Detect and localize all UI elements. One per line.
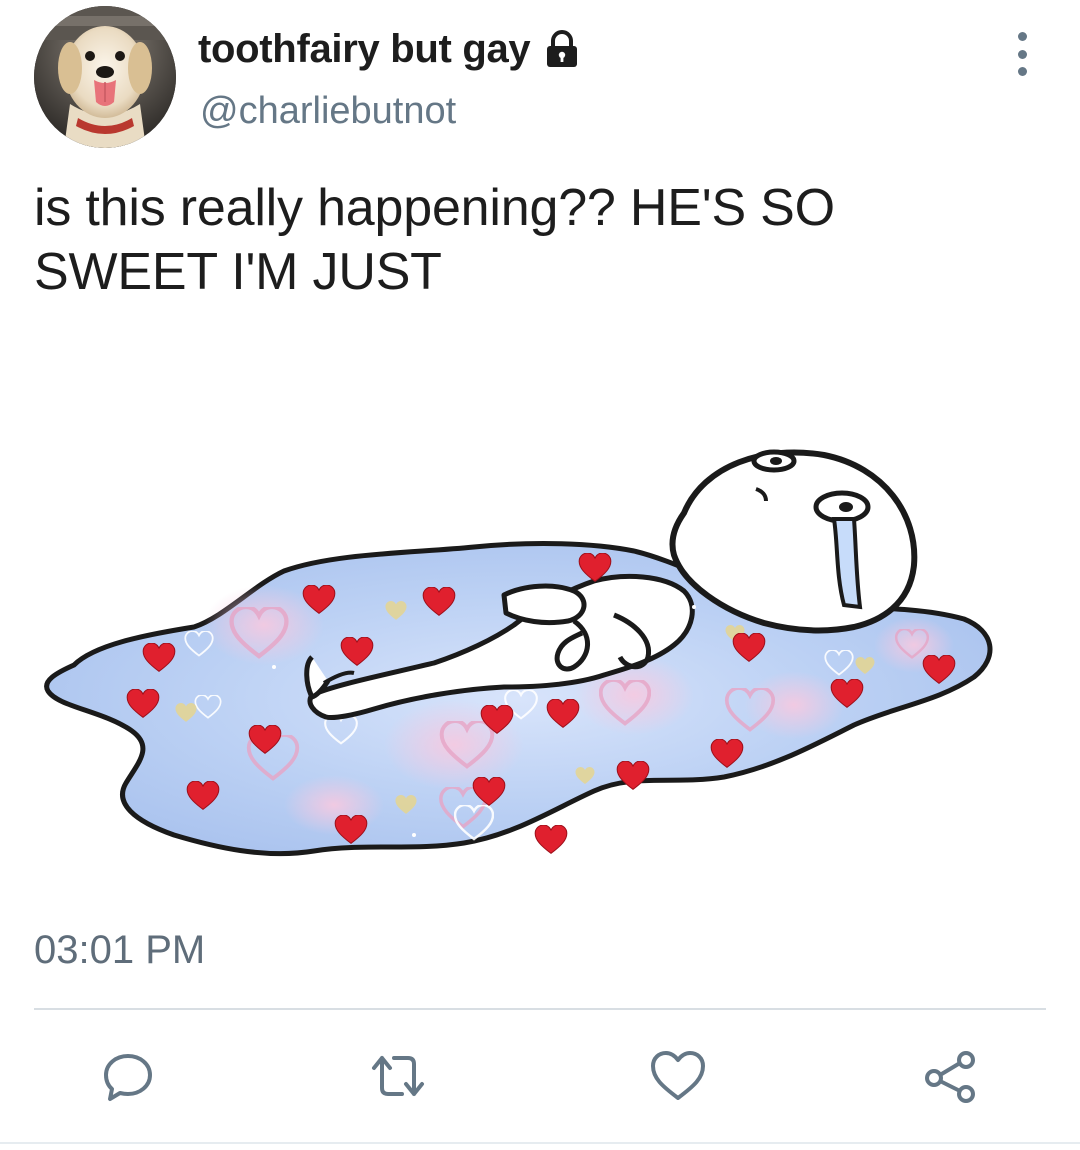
more-vertical-icon[interactable] [1004,32,1040,76]
author-name-row: toothfairy but gay [198,22,582,76]
tweet: toothfairy but gay @charliebutnot is thi… [0,0,1080,1150]
like-button[interactable] [642,1040,714,1112]
tweet-text: is this really happening?? HE'S SO SWEET… [34,179,835,301]
lock-icon [542,29,582,69]
avatar[interactable] [34,6,176,148]
tweet-actions-bar [0,1040,1080,1120]
golden-retriever-avatar-image [34,6,176,148]
retweet-icon [372,1056,424,1096]
retweet-button[interactable] [362,1040,434,1112]
display-name[interactable]: toothfairy but gay [198,27,531,72]
share-icon [925,1051,975,1103]
share-button[interactable] [914,1040,986,1112]
meme-image [44,449,993,857]
tweet-media[interactable] [34,395,1044,905]
reply-button[interactable] [92,1040,164,1112]
reply-icon [104,1054,152,1101]
tweet-timestamp[interactable]: 03:01 PM [34,928,205,973]
heart-icon [651,1051,705,1100]
user-handle[interactable]: @charliebutnot [200,90,456,133]
divider [34,1008,1046,1010]
bottom-divider [0,1142,1080,1144]
